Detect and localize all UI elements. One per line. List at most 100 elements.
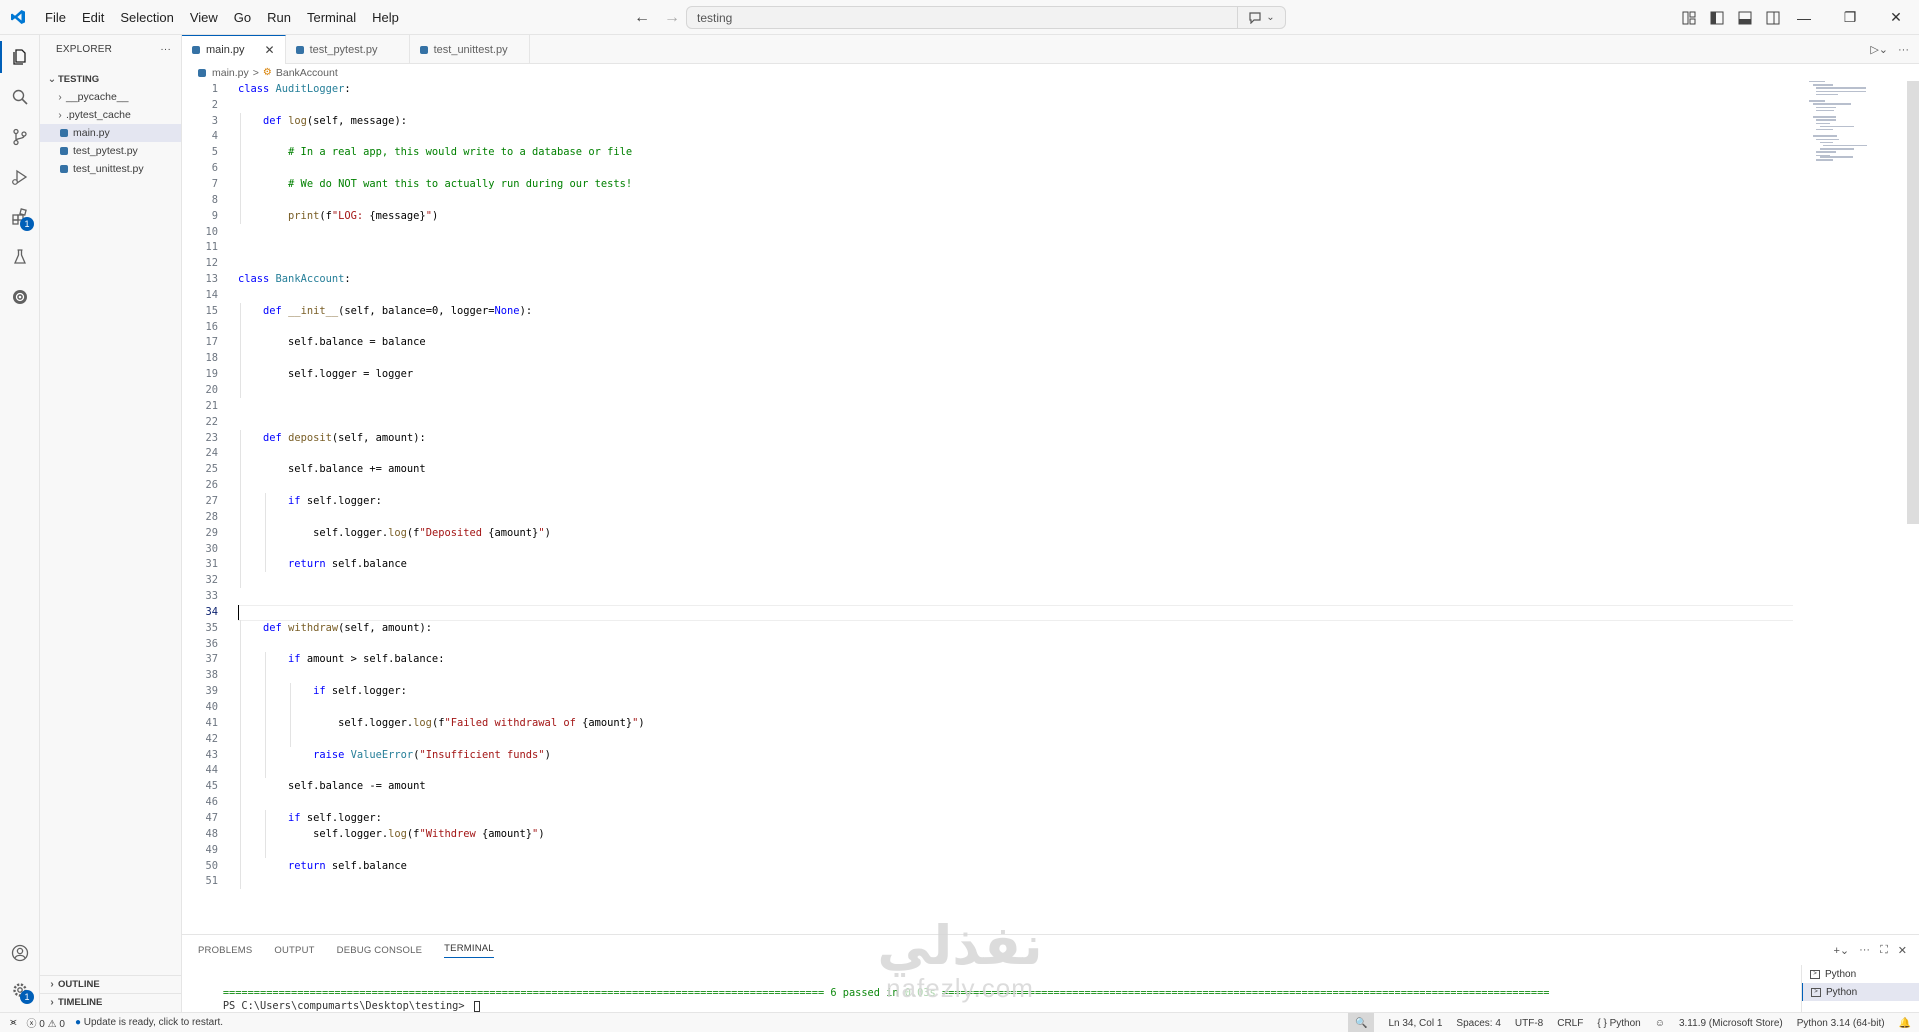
interpreter[interactable]: 3.11.9 (Microsoft Store) <box>1679 1018 1783 1029</box>
close-panel-icon[interactable]: ✕ <box>1898 944 1907 957</box>
language-mode[interactable]: { } Python <box>1597 1018 1640 1029</box>
toggle-panel-icon[interactable] <box>1735 8 1755 28</box>
minimap[interactable] <box>1809 81 1895 201</box>
python-version[interactable]: Python 3.14 (64-bit) <box>1797 1018 1885 1029</box>
code-line[interactable]: 9 print(f"LOG: {message}") <box>182 208 1782 224</box>
code-line[interactable]: 13 class BankAccount: <box>182 271 1782 287</box>
tab-test-unittest-py[interactable]: test_unittest.py <box>410 35 530 64</box>
close-window-icon[interactable]: ✕ <box>1873 0 1919 35</box>
tree-item-pycache[interactable]: › __pycache__ <box>40 88 181 106</box>
code-line[interactable]: 10 <box>182 224 1782 240</box>
menu-edit[interactable]: Edit <box>74 0 112 35</box>
timeline-section[interactable]: › TIMELINE <box>40 993 182 1011</box>
code-line[interactable]: 47 if self.logger: <box>182 810 1782 826</box>
terminal-item-python[interactable]: > Python <box>1802 965 1919 983</box>
code-line[interactable]: 49 <box>182 842 1782 858</box>
code-line[interactable]: 22 <box>182 414 1782 430</box>
extensions-icon[interactable]: 1 <box>0 197 40 237</box>
code-line[interactable]: 8 <box>182 192 1782 208</box>
code-line[interactable]: 34 <box>182 604 1782 620</box>
breadcrumb-file[interactable]: main.py <box>212 67 249 79</box>
tab-output[interactable]: OUTPUT <box>274 945 314 956</box>
close-icon[interactable]: ✕ <box>265 43 275 57</box>
manage-gear-icon[interactable]: 1 <box>0 970 40 1010</box>
accounts-icon[interactable] <box>0 933 40 973</box>
code-line[interactable]: 39 if self.logger: <box>182 683 1782 699</box>
menu-terminal[interactable]: Terminal <box>299 0 364 35</box>
more-actions-icon[interactable]: ··· <box>1898 44 1909 56</box>
back-arrow-icon[interactable]: ← <box>632 8 652 28</box>
search-icon[interactable] <box>0 77 40 117</box>
menu-selection[interactable]: Selection <box>112 0 181 35</box>
code-line[interactable]: 16 <box>182 319 1782 335</box>
encoding[interactable]: UTF-8 <box>1515 1018 1543 1029</box>
code-line[interactable]: 6 <box>182 160 1782 176</box>
code-line[interactable]: 17 self.balance = balance <box>182 335 1782 351</box>
indentation[interactable]: Spaces: 4 <box>1456 1018 1500 1029</box>
tab-problems[interactable]: PROBLEMS <box>198 945 252 956</box>
minimize-icon[interactable]: — <box>1781 0 1827 35</box>
code-line[interactable]: 28 <box>182 509 1782 525</box>
folder-testing[interactable]: ⌄ TESTING <box>40 70 181 88</box>
notifications-bell-icon[interactable]: 🔔 <box>1899 1018 1911 1029</box>
copilot-icon[interactable]: ☺ <box>1655 1018 1665 1029</box>
code-line[interactable]: 20 <box>182 382 1782 398</box>
code-line[interactable]: 23 def deposit(self, amount): <box>182 430 1782 446</box>
maximize-panel-icon[interactable]: ⛶ <box>1880 944 1888 957</box>
code-line[interactable]: 7 # We do NOT want this to actually run … <box>182 176 1782 192</box>
code-line[interactable]: 36 <box>182 636 1782 652</box>
problems-status[interactable]: ⓧ 0 ⚠ 0 <box>27 1015 65 1030</box>
menu-file[interactable]: File <box>37 0 74 35</box>
run-and-debug-icon[interactable] <box>0 157 40 197</box>
restore-icon[interactable]: ❐ <box>1827 0 1873 35</box>
code-line[interactable]: 37 if amount > self.balance: <box>182 652 1782 668</box>
menu-help[interactable]: Help <box>364 0 407 35</box>
customize-layout-icon[interactable] <box>1679 8 1699 28</box>
toggle-secondary-sidebar-icon[interactable] <box>1763 8 1783 28</box>
more-actions-icon[interactable]: ··· <box>160 44 171 55</box>
code-line[interactable]: 43 raise ValueError("Insufficient funds"… <box>182 747 1782 763</box>
zoom-icon[interactable]: 🔍 <box>1348 1013 1375 1032</box>
code-line[interactable]: 46 <box>182 794 1782 810</box>
code-line[interactable]: 32 <box>182 572 1782 588</box>
code-editor[interactable]: 1 class AuditLogger: 2 3 def log(self, mess… <box>182 81 1919 934</box>
source-control-icon[interactable] <box>0 117 40 157</box>
code-line[interactable]: 12 <box>182 255 1782 271</box>
remote-explorer-icon[interactable] <box>0 277 40 317</box>
menu-view[interactable]: View <box>182 0 226 35</box>
code-line[interactable]: 31 return self.balance <box>182 557 1782 573</box>
code-line[interactable]: 11 <box>182 240 1782 256</box>
tab-test-pytest-py[interactable]: test_pytest.py <box>286 35 410 64</box>
menu-go[interactable]: Go <box>226 0 259 35</box>
cursor-position[interactable]: Ln 34, Col 1 <box>1388 1018 1442 1029</box>
breadcrumb-symbol[interactable]: BankAccount <box>276 67 338 79</box>
code-line[interactable]: 19 self.logger = logger <box>182 366 1782 382</box>
code-line[interactable]: 45 self.balance -= amount <box>182 778 1782 794</box>
remote-icon[interactable]: ⪤ <box>10 1017 17 1028</box>
code-line[interactable]: 5 # In a real app, this would write to a… <box>182 144 1782 160</box>
code-line[interactable]: 42 <box>182 731 1782 747</box>
toggle-primary-sidebar-icon[interactable] <box>1707 8 1727 28</box>
code-line[interactable]: 24 <box>182 446 1782 462</box>
tab-terminal[interactable]: TERMINAL <box>444 943 494 958</box>
code-line[interactable]: 41 self.logger.log(f"Failed withdrawal o… <box>182 715 1782 731</box>
code-line[interactable]: 51 <box>182 874 1782 890</box>
outline-section[interactable]: › OUTLINE <box>40 975 182 993</box>
code-line[interactable]: 29 self.logger.log(f"Deposited {amount}"… <box>182 525 1782 541</box>
line-ending[interactable]: CRLF <box>1557 1018 1583 1029</box>
tab-debug-console[interactable]: DEBUG CONSOLE <box>337 945 422 956</box>
code-line[interactable]: 3 def log(self, message): <box>182 113 1782 129</box>
code-line[interactable]: 50 return self.balance <box>182 858 1782 874</box>
more-actions-icon[interactable]: ··· <box>1859 944 1870 956</box>
code-line[interactable]: 40 <box>182 699 1782 715</box>
code-line[interactable]: 27 if self.logger: <box>182 493 1782 509</box>
run-python-file-icon[interactable]: ▷⌄ <box>1870 43 1888 56</box>
copilot-chat-button[interactable]: ⌄ <box>1237 7 1285 28</box>
testing-icon[interactable] <box>0 237 40 277</box>
code-line[interactable]: 14 <box>182 287 1782 303</box>
tree-item-pytest-cache[interactable]: › .pytest_cache <box>40 106 181 124</box>
command-center[interactable]: testing ⌄ <box>686 6 1286 29</box>
code-line[interactable]: 21 <box>182 398 1782 414</box>
code-line[interactable]: 15 def __init__(self, balance=0, logger=… <box>182 303 1782 319</box>
code-line[interactable]: 44 <box>182 763 1782 779</box>
